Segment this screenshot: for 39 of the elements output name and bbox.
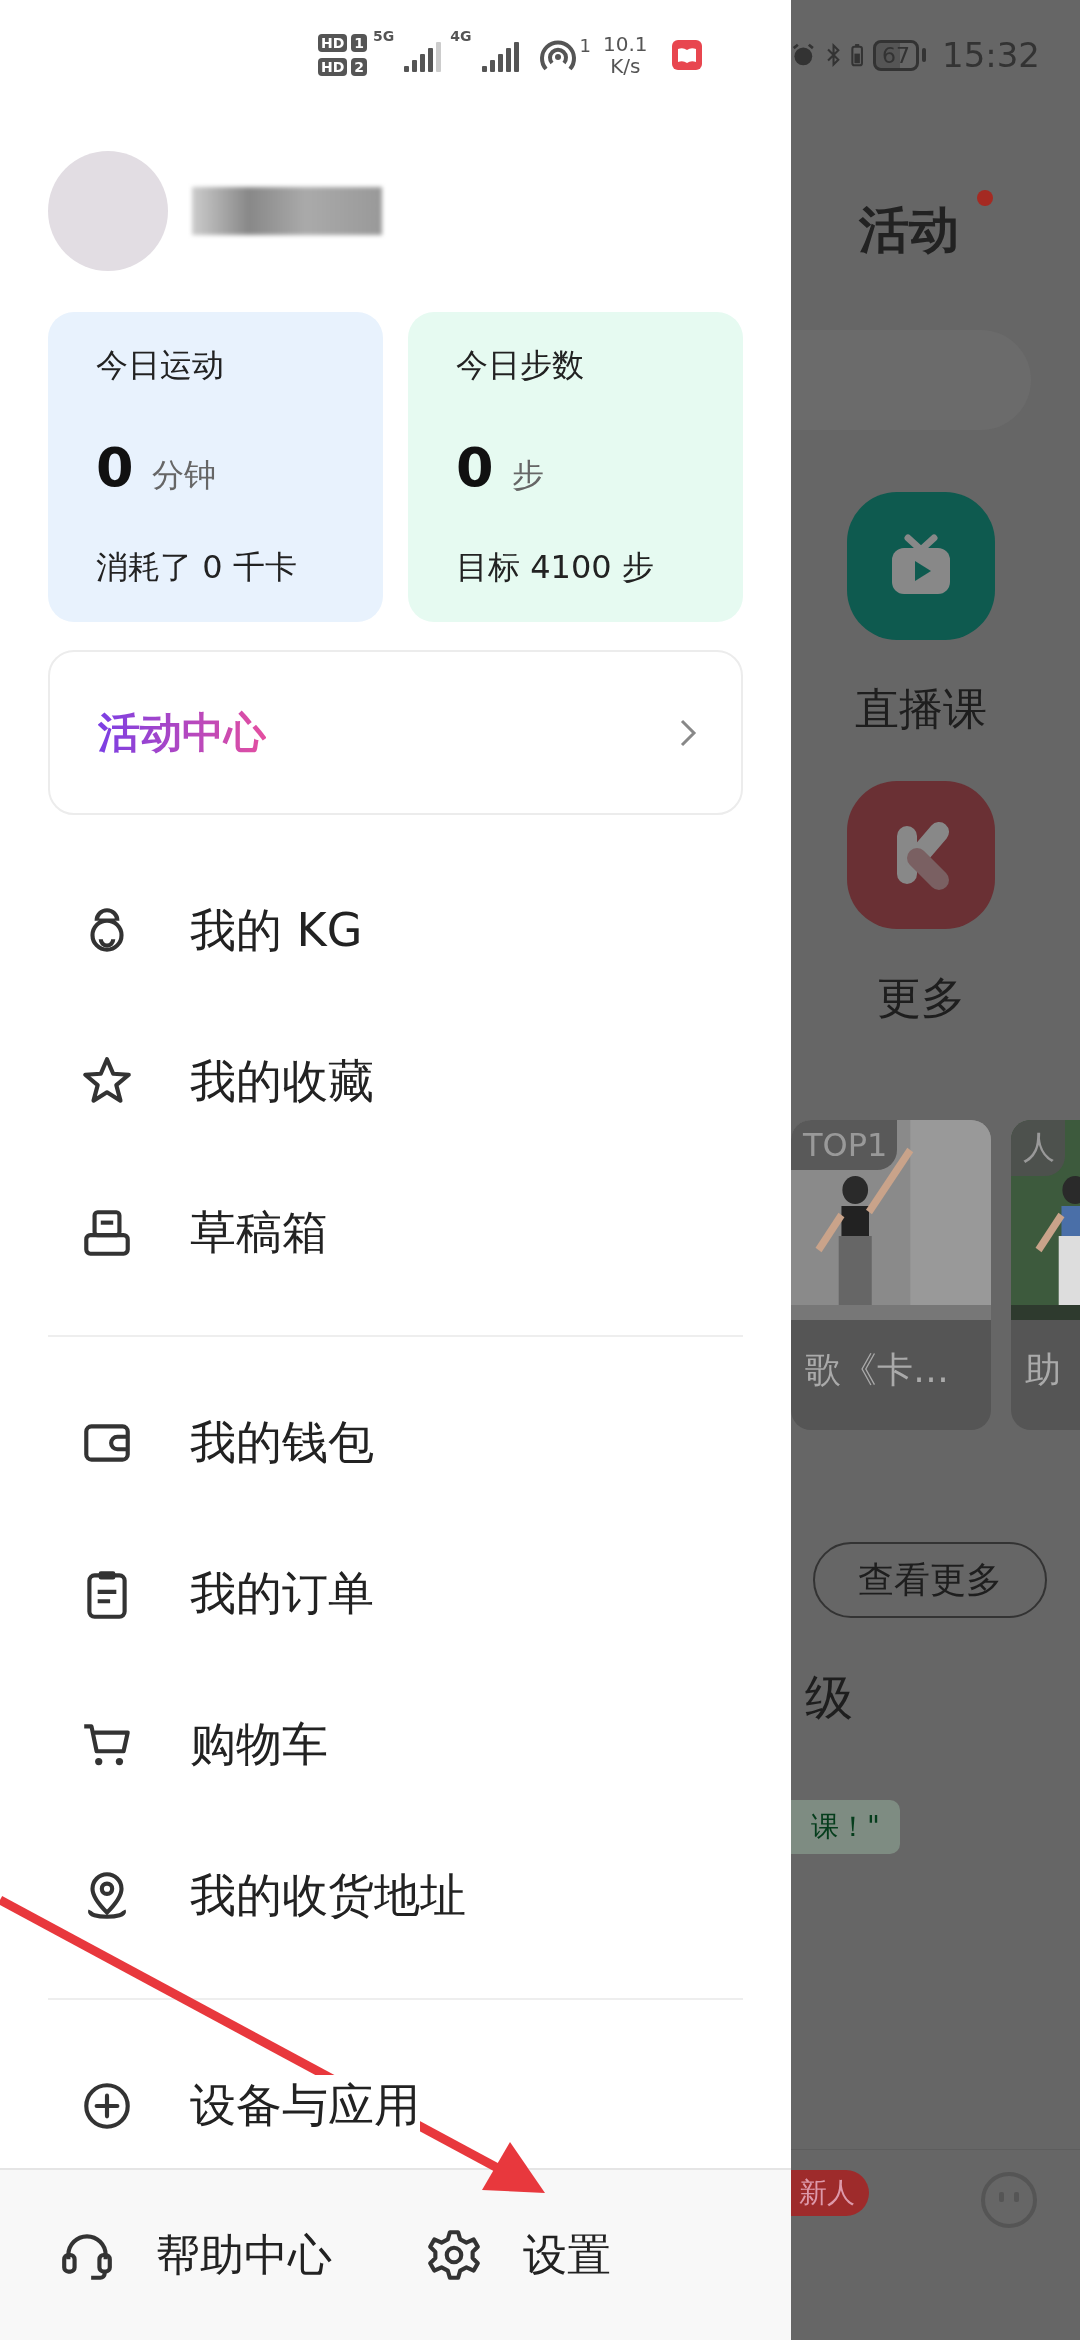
stat-value: 0 bbox=[96, 435, 134, 499]
stat-card[interactable]: 今日运动 0 分钟 消耗了 0 千卡 bbox=[48, 312, 383, 622]
hotspot-count: 1 bbox=[579, 35, 591, 56]
menu-item[interactable]: 草稿箱 bbox=[0, 1157, 791, 1308]
page-title: 活动 bbox=[859, 199, 959, 261]
section-title: 级 bbox=[805, 1668, 854, 1727]
stat-unit: 分钟 bbox=[151, 454, 216, 496]
bottom-bar-button[interactable]: 帮助中心 bbox=[0, 2170, 425, 2340]
menu-item[interactable]: 我的 KG bbox=[0, 855, 791, 1006]
stat-footer: 目标 4100 步 bbox=[456, 546, 695, 590]
card-caption: 歌《卡… bbox=[804, 1348, 950, 1392]
book-icon bbox=[671, 40, 702, 70]
menu-item[interactable]: 我的钱包 bbox=[0, 1367, 791, 1518]
network-speed: 10.1 bbox=[603, 33, 648, 55]
menu-item[interactable]: 购物车 bbox=[0, 1669, 791, 1820]
menu-item[interactable]: 我的订单 bbox=[0, 1518, 791, 1669]
stat-footer: 消耗了 0 千卡 bbox=[96, 546, 335, 590]
new-user-badge: 新人 bbox=[791, 2170, 869, 2216]
sim-slot-label: 1 bbox=[351, 34, 368, 52]
hd-label: HD bbox=[318, 58, 348, 76]
hd-label: HD bbox=[318, 34, 348, 52]
card-tag: 人 bbox=[1011, 1120, 1065, 1176]
network-type-label: 5G bbox=[373, 28, 395, 44]
stat-title: 今日运动 bbox=[96, 345, 225, 386]
speed-unit: K/s bbox=[610, 55, 641, 77]
stat-title: 今日步数 bbox=[456, 345, 585, 386]
menu-item[interactable]: 我的收藏 bbox=[0, 1006, 791, 1157]
quote-tag: 课！" bbox=[791, 1800, 900, 1854]
stat-value: 0 bbox=[456, 435, 494, 499]
network-type-label: 4G bbox=[450, 28, 472, 44]
stat-card[interactable]: 今日步数 0 步 目标 4100 步 bbox=[408, 312, 743, 622]
card-caption: 助 bbox=[1024, 1348, 1062, 1392]
stat-unit: 步 bbox=[511, 454, 544, 496]
activity-center-card[interactable]: 活动中心 bbox=[48, 650, 743, 815]
card-tag: TOP1 bbox=[791, 1120, 898, 1170]
sim-slot-label: 2 bbox=[351, 58, 368, 76]
menu-item[interactable]: 我的收货地址 bbox=[0, 1820, 791, 1971]
chevron-right-icon bbox=[679, 717, 697, 748]
bottom-bar-button[interactable]: 设置 bbox=[424, 2170, 791, 2340]
